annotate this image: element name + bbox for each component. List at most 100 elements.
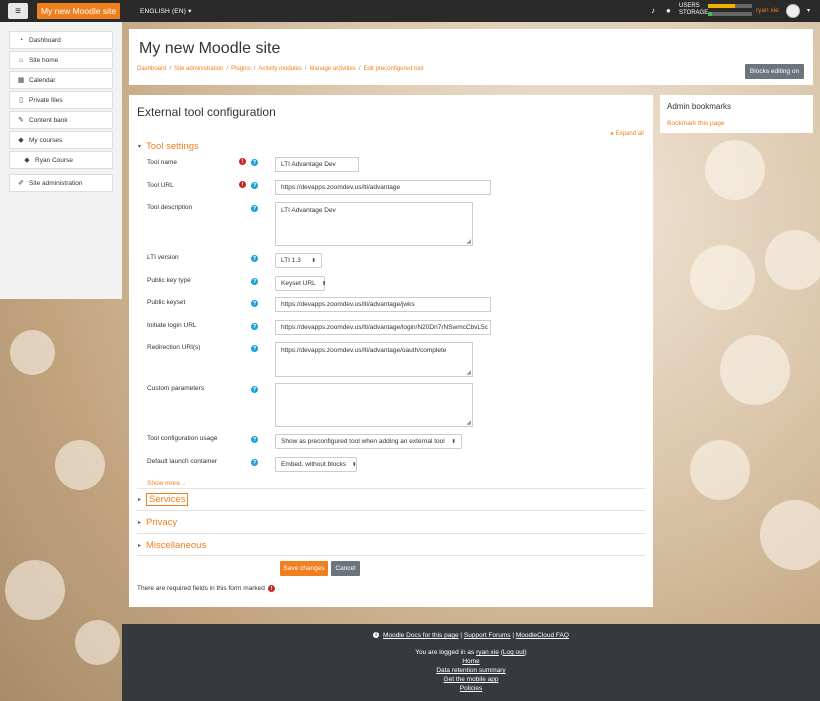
divider	[137, 533, 645, 534]
mobile-app-link[interactable]: Get the mobile app	[444, 676, 499, 683]
support-forums-link[interactable]: Support Forums	[464, 632, 511, 639]
language-menu[interactable]: ENGLISH (EN) ▾	[140, 7, 192, 15]
breadcrumb: Dashboard / Site administration / Plugins / Ac…	[137, 66, 424, 72]
tool-description-textarea[interactable]: LTI Advantage Dev ◢	[275, 202, 473, 246]
resize-handle-icon[interactable]: ◢	[466, 419, 471, 426]
save-changes-button[interactable]: Save changes	[280, 561, 328, 576]
section-tool-settings[interactable]: ▾ Tool settings	[138, 141, 199, 152]
nav-item-label: My courses	[29, 136, 63, 144]
default-launch-container-select[interactable]: Embed, without blocks ⬍	[275, 457, 357, 472]
footer-help-links: i Moodle Docs for this page | Support For…	[122, 632, 820, 639]
nav-item-private-files[interactable]: ▯ Private files	[9, 91, 113, 109]
section-privacy[interactable]: ▸ Privacy	[138, 517, 177, 528]
nav-item-label: Site home	[29, 56, 59, 64]
public-key-type-label: Public key type	[147, 277, 191, 284]
moodlecloud-faq-link[interactable]: MoodleCloud FAQ	[516, 632, 569, 639]
chevron-down-icon: ⬍	[352, 461, 357, 468]
info-icon: i	[373, 632, 380, 639]
nav-item-label: Site administration	[29, 179, 83, 187]
hamburger-menu-icon[interactable]: ≡	[8, 3, 28, 19]
help-icon[interactable]: ?	[251, 436, 258, 443]
nav-item-ryan-course[interactable]: ◆ Ryan Course	[9, 151, 113, 169]
moodle-docs-link[interactable]: Moodle Docs for this page	[383, 632, 459, 639]
resize-handle-icon[interactable]: ◢	[466, 238, 471, 245]
nav-item-content-bank[interactable]: ✎ Content bank	[9, 111, 113, 129]
breadcrumb-edit-preconfigured-tool[interactable]: Edit preconfigured tool	[363, 66, 423, 72]
background-bokeh	[10, 330, 55, 375]
expand-all-link[interactable]: ▸ Expand all	[611, 130, 644, 137]
chevron-down-icon: ⬍	[321, 280, 327, 287]
help-icon[interactable]: ?	[251, 300, 258, 307]
nav-item-label: Private files	[29, 96, 63, 104]
breadcrumb-plugins[interactable]: Plugins	[231, 66, 251, 72]
tool-config-usage-label: Tool configuration usage	[147, 435, 218, 442]
storage-usage-bar	[708, 12, 752, 16]
custom-parameters-textarea[interactable]: ◢	[275, 383, 473, 427]
nav-item-site-administration[interactable]: ✐ Site administration	[9, 174, 113, 192]
help-icon[interactable]: ?	[251, 182, 258, 189]
background-bokeh	[765, 230, 820, 290]
resize-handle-icon[interactable]: ◢	[466, 369, 471, 376]
help-icon[interactable]: ?	[251, 345, 258, 352]
help-icon[interactable]: ?	[251, 323, 258, 330]
site-name-button[interactable]: My new Moodle site	[37, 3, 120, 19]
tool-url-input[interactable]: https://devapps.zoomdev.us/lti/advantage	[275, 180, 491, 195]
help-icon[interactable]: ?	[251, 459, 258, 466]
nav-item-my-courses[interactable]: ◆ My courses	[9, 131, 113, 149]
public-key-type-select[interactable]: Keyset URL ⬍	[275, 276, 327, 291]
public-keyset-input[interactable]: https://devapps.zoomdev.us/lti/advantage…	[275, 297, 491, 312]
breadcrumb-dashboard[interactable]: Dashboard	[137, 66, 166, 72]
redirection-uris-textarea[interactable]: https://devapps.zoomdev.us/lti/advantage…	[275, 342, 473, 377]
top-navbar: ≡ My new Moodle site ENGLISH (EN) ▾ ♪ ● …	[0, 0, 820, 22]
messages-icon[interactable]: ●	[666, 6, 671, 15]
required-fields-note: There are required fields in this form m…	[137, 585, 280, 592]
breadcrumb-manage-activities[interactable]: Manage activities	[309, 66, 355, 72]
form-title: External tool configuration	[137, 105, 276, 119]
cancel-button[interactable]: Cancel	[331, 561, 360, 576]
section-miscellaneous[interactable]: ▸ Miscellaneous	[138, 540, 206, 551]
tool-url-label: Tool URL	[147, 182, 174, 189]
graduation-cap-icon: ◆	[24, 157, 30, 164]
section-services[interactable]: ▸ Services	[138, 493, 189, 506]
tool-name-input[interactable]: LTI Advantage Dev	[275, 157, 359, 172]
tool-name-label: Tool name	[147, 159, 177, 166]
bell-icon[interactable]: ♪	[651, 6, 655, 15]
users-usage-bar	[708, 4, 752, 8]
tool-description-label: Tool description	[147, 204, 193, 211]
data-retention-link[interactable]: Data retention summary	[436, 667, 505, 674]
logout-link[interactable]: Log out	[503, 649, 525, 656]
nav-item-calendar[interactable]: ▦ Calendar	[9, 71, 113, 89]
chevron-down-icon[interactable]: ▾	[807, 7, 810, 14]
chevron-down-icon: ⬍	[311, 257, 316, 264]
default-launch-container-label: Default launch container	[147, 458, 218, 465]
breadcrumb-activity-modules[interactable]: Activity modules	[258, 66, 301, 72]
breadcrumb-site-administration[interactable]: Site administration	[174, 66, 223, 72]
tool-config-usage-select[interactable]: Show as preconfigured tool when adding a…	[275, 434, 462, 449]
divider	[137, 510, 645, 511]
blocks-editing-button[interactable]: Blocks editing on	[745, 64, 804, 79]
footer-data-retention-line: Data retention summary	[122, 667, 820, 674]
dashboard-icon: ◔	[18, 36, 24, 44]
logged-in-user-link[interactable]: ryan xie	[476, 649, 499, 656]
footer-home-link[interactable]: Home	[462, 658, 479, 665]
lti-version-select[interactable]: LTI 1.3 ⬍	[275, 253, 322, 268]
initiate-login-url-input[interactable]: https://devapps.zoomdev.us/lti/advantage…	[275, 320, 491, 335]
brush-icon: ✎	[18, 117, 24, 124]
chevron-down-icon: ⬍	[451, 438, 456, 445]
show-more-link[interactable]: Show more...	[147, 480, 185, 487]
help-icon[interactable]: ?	[251, 386, 258, 393]
bookmark-this-page-link[interactable]: Bookmark this page	[667, 120, 724, 127]
footer-policies-line: Policies	[122, 685, 820, 692]
policies-link[interactable]: Policies	[460, 685, 482, 692]
required-icon: !	[267, 585, 275, 592]
help-icon[interactable]: ?	[251, 159, 258, 166]
background-bokeh	[690, 440, 750, 500]
page-title: My new Moodle site	[139, 40, 281, 57]
username[interactable]: ryan xie	[756, 7, 779, 14]
nav-item-site-home[interactable]: ⌂ Site home	[9, 51, 113, 69]
avatar[interactable]	[786, 4, 800, 18]
nav-item-dashboard[interactable]: ◔ Dashboard	[9, 31, 113, 49]
help-icon[interactable]: ?	[251, 278, 258, 285]
help-icon[interactable]: ?	[251, 205, 258, 212]
help-icon[interactable]: ?	[251, 255, 258, 262]
